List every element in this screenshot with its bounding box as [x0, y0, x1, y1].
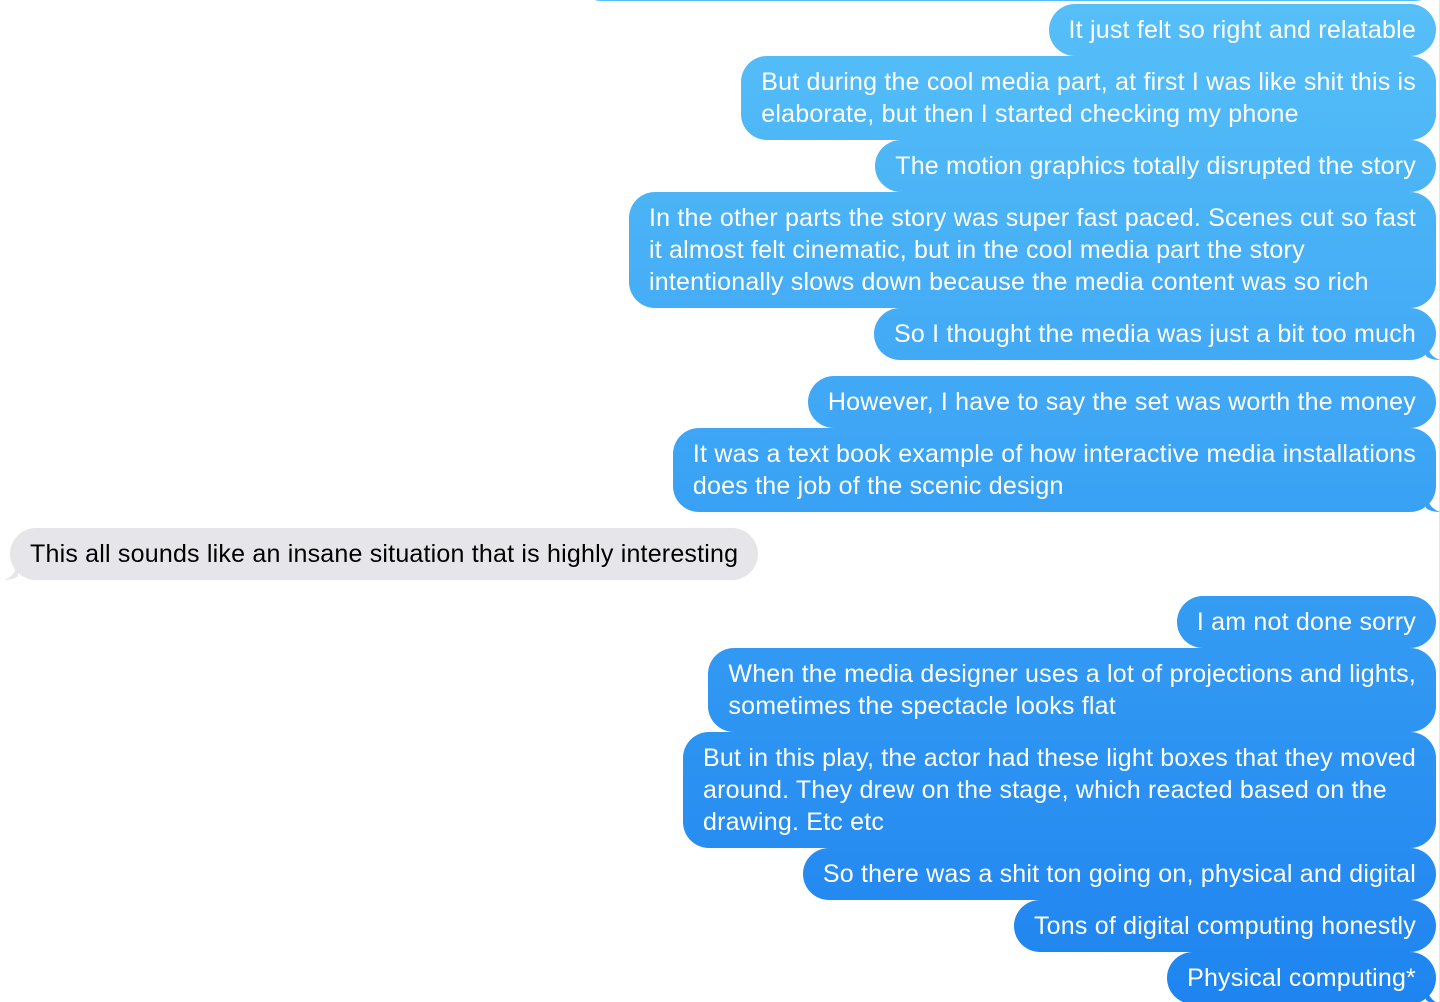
message-bubble-sent[interactable]: I am not done sorry [1176, 596, 1436, 648]
message-bubble-sent[interactable]: But during the cool media part, at first… [741, 56, 1436, 140]
message-bubble-sent[interactable]: Physical computing* [1167, 952, 1436, 1002]
bubble-tail-sent [1426, 986, 1436, 1002]
message-bubble-sent[interactable]: The motion graphics totally disrupted th… [875, 140, 1436, 192]
message-bubble-sent[interactable]: When the media designer uses a lot of pr… [708, 648, 1436, 732]
message-bubble-sent[interactable]: However, I have to say the set was worth… [807, 376, 1436, 428]
bubble-tail-sent [1426, 494, 1440, 512]
message-bubble-received[interactable]: This all sounds like an insane situation… [10, 528, 759, 580]
message-bubble-sent[interactable]: It just felt so right and relatable [1048, 4, 1436, 56]
message-bubble-sent[interactable]: In the other parts the story was super f… [629, 192, 1436, 308]
message-bubble-sent[interactable]: So I thought the media was just a bit to… [874, 308, 1436, 360]
message-thread[interactable]: It just felt so right and relatable But … [0, 0, 1440, 1002]
bubble-tail-sent [1426, 342, 1440, 360]
message-bubble-sent[interactable]: It was a text book example of how intera… [672, 428, 1436, 512]
bubble-tail-received [4, 562, 18, 580]
message-bubble-sent[interactable]: Tons of digital computing honestly [1013, 900, 1436, 952]
message-bubble-sent[interactable]: But in this play, the actor had these li… [683, 732, 1436, 848]
message-bubble-sent[interactable]: So there was a shit ton going on, physic… [802, 848, 1436, 900]
clipped-message-bubble [580, 0, 1436, 1]
